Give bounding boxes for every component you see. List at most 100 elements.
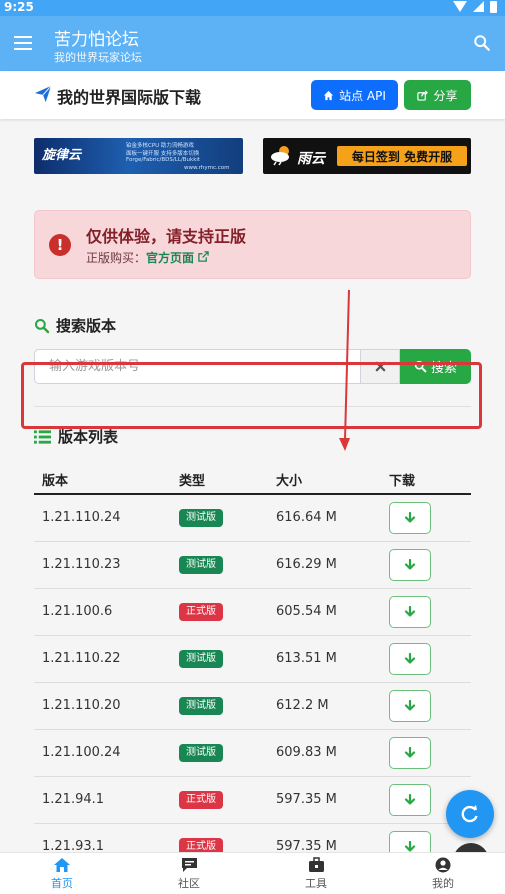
type-badge: 正式版	[179, 791, 223, 809]
exclamation-icon: !	[49, 234, 71, 256]
search-icon[interactable]	[473, 34, 491, 52]
arrow-down-icon	[404, 841, 416, 852]
battery-icon	[490, 1, 497, 13]
banner-rhymc-line: 铂金多核CPU 助力流畅游戏	[126, 143, 194, 149]
size-cell: 612.2 M	[276, 698, 329, 713]
column-header-type: 类型	[179, 474, 206, 489]
column-header-size: 大小	[276, 474, 303, 489]
search-section-label: 搜索版本	[56, 317, 117, 335]
download-button[interactable]	[389, 596, 431, 628]
size-cell: 616.64 M	[276, 510, 337, 525]
app-title: 苦力怕论坛	[54, 30, 139, 50]
status-bar: 9:25	[0, 0, 505, 16]
download-button[interactable]	[389, 831, 431, 852]
type-badge: 测试版	[179, 509, 223, 527]
type-badge: 测试版	[179, 556, 223, 574]
status-icons	[453, 1, 497, 13]
table-row: 1.21.93.1 正式版 597.35 M	[34, 824, 471, 852]
alert-buy-text: 正版购买：官方页面	[86, 249, 209, 266]
version-cell: 1.21.93.1	[42, 839, 105, 852]
alert-box: ! 仅供体验，请支持正版 正版购买：官方页面	[34, 210, 471, 279]
user-circle-icon	[435, 857, 451, 873]
table-header: 版本 类型 大小 下载	[34, 466, 471, 495]
table-row: 1.21.110.22 测试版 613.51 M	[34, 636, 471, 683]
site-api-label: 站点 API	[339, 88, 386, 103]
banner-rainyun[interactable]: 雨云 每日签到 免费开服	[263, 138, 471, 174]
version-cell: 1.21.100.24	[42, 745, 121, 760]
nav-tools[interactable]: 工具	[286, 857, 346, 891]
nav-community[interactable]: 社区	[159, 857, 219, 891]
nav-home-label: 首页	[51, 877, 73, 890]
weather-cloud-icon	[271, 146, 289, 166]
nav-mine-label: 我的	[432, 877, 454, 890]
table-row: 1.21.100.6 正式版 605.54 M	[34, 589, 471, 636]
table-row: 1.21.110.20 测试版 612.2 M	[34, 683, 471, 730]
search-section-title: 搜索版本	[34, 315, 116, 336]
share-icon	[417, 89, 429, 101]
home-icon	[324, 90, 334, 100]
banner-rhymc-line: Forge/Fabric/BDS/LL/Bukkit	[126, 157, 201, 163]
banner-rhymc-line: www.rhymc.com	[184, 165, 230, 171]
arrow-down-icon	[404, 606, 416, 617]
share-button[interactable]: 分享	[404, 80, 471, 110]
status-time: 9:25	[4, 0, 34, 14]
download-button[interactable]	[389, 549, 431, 581]
size-cell: 616.29 M	[276, 557, 337, 572]
table-row: 1.21.110.24 测试版 616.64 M	[34, 495, 471, 542]
share-label: 分享	[433, 88, 458, 103]
search-icon	[35, 318, 50, 333]
size-cell: 597.35 M	[276, 839, 337, 852]
download-button[interactable]	[389, 784, 431, 816]
download-button[interactable]	[389, 737, 431, 769]
refresh-button[interactable]	[446, 790, 494, 838]
list-section-label: 版本列表	[58, 428, 119, 446]
menu-icon[interactable]	[14, 36, 32, 50]
paper-plane-icon	[34, 85, 52, 103]
chat-icon	[181, 858, 197, 872]
toolbox-icon	[308, 857, 324, 872]
page-header: 我的世界国际版下载 站点 API 分享	[0, 71, 505, 119]
main-content: 旋律云 铂金多核CPU 助力流畅游戏 面板一键开服 支持多版本切换 Forge/…	[0, 119, 505, 852]
version-cell: 1.21.110.23	[42, 557, 121, 572]
arrow-down-icon	[404, 794, 416, 805]
size-cell: 605.54 M	[276, 604, 337, 619]
official-page-label: 官方页面	[146, 251, 195, 265]
type-badge: 测试版	[179, 650, 223, 668]
refresh-icon	[461, 805, 478, 823]
list-section-title: 版本列表	[34, 426, 118, 447]
banner-rainyun-tag: 每日签到 免费开服	[337, 146, 467, 166]
list-icon	[34, 429, 51, 444]
banner-rainyun-name: 雨云	[297, 151, 325, 167]
arrow-down-icon	[404, 747, 416, 758]
banner-rhymc[interactable]: 旋律云 铂金多核CPU 助力流畅游戏 面板一键开服 支持多版本切换 Forge/…	[34, 138, 243, 174]
column-header-version: 版本	[42, 474, 69, 489]
alert-buy-prefix: 正版购买：	[86, 251, 147, 265]
bottom-navigation: 首页 社区 工具 我的	[0, 852, 505, 894]
arrow-down-icon	[404, 653, 416, 664]
arrow-down-icon	[404, 700, 416, 711]
type-badge: 测试版	[179, 697, 223, 715]
nav-mine[interactable]: 我的	[413, 857, 473, 891]
download-button[interactable]	[389, 502, 431, 534]
site-api-button[interactable]: 站点 API	[311, 80, 398, 110]
version-cell: 1.21.100.6	[42, 604, 113, 619]
version-cell: 1.21.110.24	[42, 510, 121, 525]
version-cell: 1.21.94.1	[42, 792, 105, 807]
banner-rhymc-logo: 旋律云	[42, 148, 82, 163]
nav-home[interactable]: 首页	[32, 857, 92, 891]
size-cell: 609.83 M	[276, 745, 337, 760]
size-cell: 597.35 M	[276, 792, 337, 807]
alert-title: 仅供体验，请支持正版	[86, 227, 247, 246]
app-subtitle: 我的世界玩家论坛	[54, 51, 142, 64]
signal-icon	[473, 1, 484, 12]
official-page-link[interactable]: 官方页面	[146, 251, 209, 265]
version-cell: 1.21.110.22	[42, 651, 121, 666]
table-row: 1.21.94.1 正式版 597.35 M	[34, 777, 471, 824]
download-button[interactable]	[389, 643, 431, 675]
version-cell: 1.21.110.20	[42, 698, 121, 713]
download-button[interactable]	[389, 690, 431, 722]
type-badge: 正式版	[179, 603, 223, 621]
arrow-down-icon	[404, 512, 416, 523]
external-link-icon	[198, 251, 209, 262]
column-header-download: 下载	[389, 474, 416, 489]
